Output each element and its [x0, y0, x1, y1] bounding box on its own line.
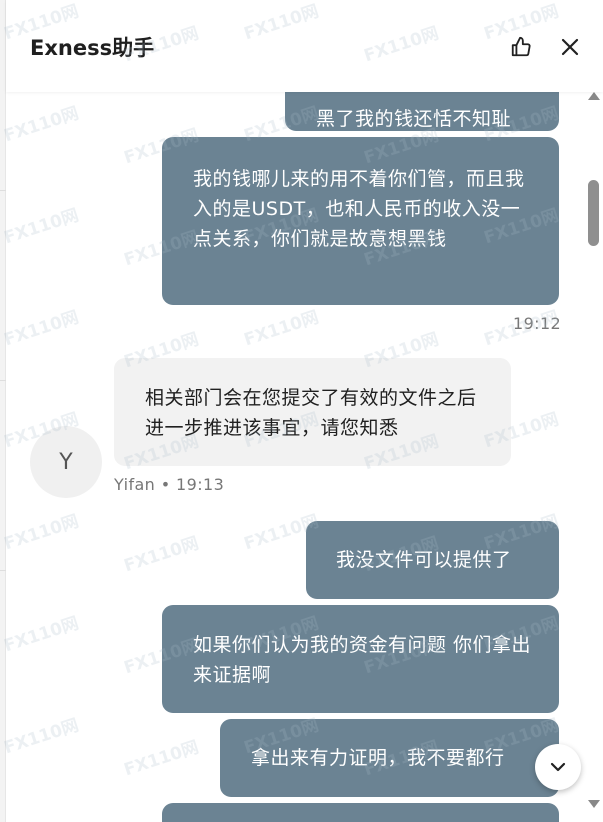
- message-text: 我的钱哪儿来的用不着你们管，而且我入的是USDT，也和人民币的收入没一点关系，你…: [193, 168, 525, 250]
- chat-title: Exness助手: [30, 36, 155, 60]
- scroll-to-bottom-button[interactable]: [535, 744, 581, 790]
- message-list[interactable]: 黑了我的钱还恬不知耻 我的钱哪儿来的用不着你们管，而且我入的是USDT，也和人民…: [6, 92, 583, 822]
- close-button[interactable]: [555, 32, 585, 62]
- scroll-up-arrow-icon[interactable]: [588, 92, 600, 100]
- message-text: 相关部门会在您提交了有效的文件之后进一步推进该事宜，请您知悉: [145, 387, 477, 439]
- message-text: 如果你们认为我的资金有问题 你们拿出来证据啊: [193, 634, 532, 686]
- chat-header: Exness助手: [6, 0, 603, 92]
- close-icon: [561, 38, 579, 56]
- message-outgoing: 如果你们认为我的资金有问题 你们拿出来证据啊: [162, 605, 559, 713]
- avatar-letter: Y: [59, 449, 73, 475]
- chevron-down-icon: [550, 762, 566, 772]
- scrollbar[interactable]: [583, 92, 603, 822]
- message-timestamp: 19:12: [513, 314, 562, 333]
- message-text: 我没文件可以提供了: [336, 549, 512, 571]
- scroll-down-arrow-icon[interactable]: [588, 800, 600, 808]
- message-outgoing: 拿出来有力证明，我不要都行: [220, 719, 559, 797]
- avatar: Y: [30, 426, 102, 498]
- like-button[interactable]: [506, 32, 536, 62]
- message-incoming: 相关部门会在您提交了有效的文件之后进一步推进该事宜，请您知悉: [114, 358, 511, 466]
- message-outgoing-partial: [162, 803, 559, 822]
- message-outgoing: 黑了我的钱还恬不知耻: [285, 92, 559, 131]
- message-sender-time: Yifan • 19:13: [114, 475, 225, 494]
- message-text: 拿出来有力证明，我不要都行: [251, 747, 505, 769]
- message-text: 黑了我的钱还恬不知耻: [316, 108, 512, 130]
- thumbs-up-icon: [511, 36, 531, 57]
- message-outgoing: 我的钱哪儿来的用不着你们管，而且我入的是USDT，也和人民币的收入没一点关系，你…: [162, 137, 559, 305]
- message-outgoing: 我没文件可以提供了: [306, 521, 559, 599]
- scrollbar-thumb[interactable]: [588, 180, 599, 246]
